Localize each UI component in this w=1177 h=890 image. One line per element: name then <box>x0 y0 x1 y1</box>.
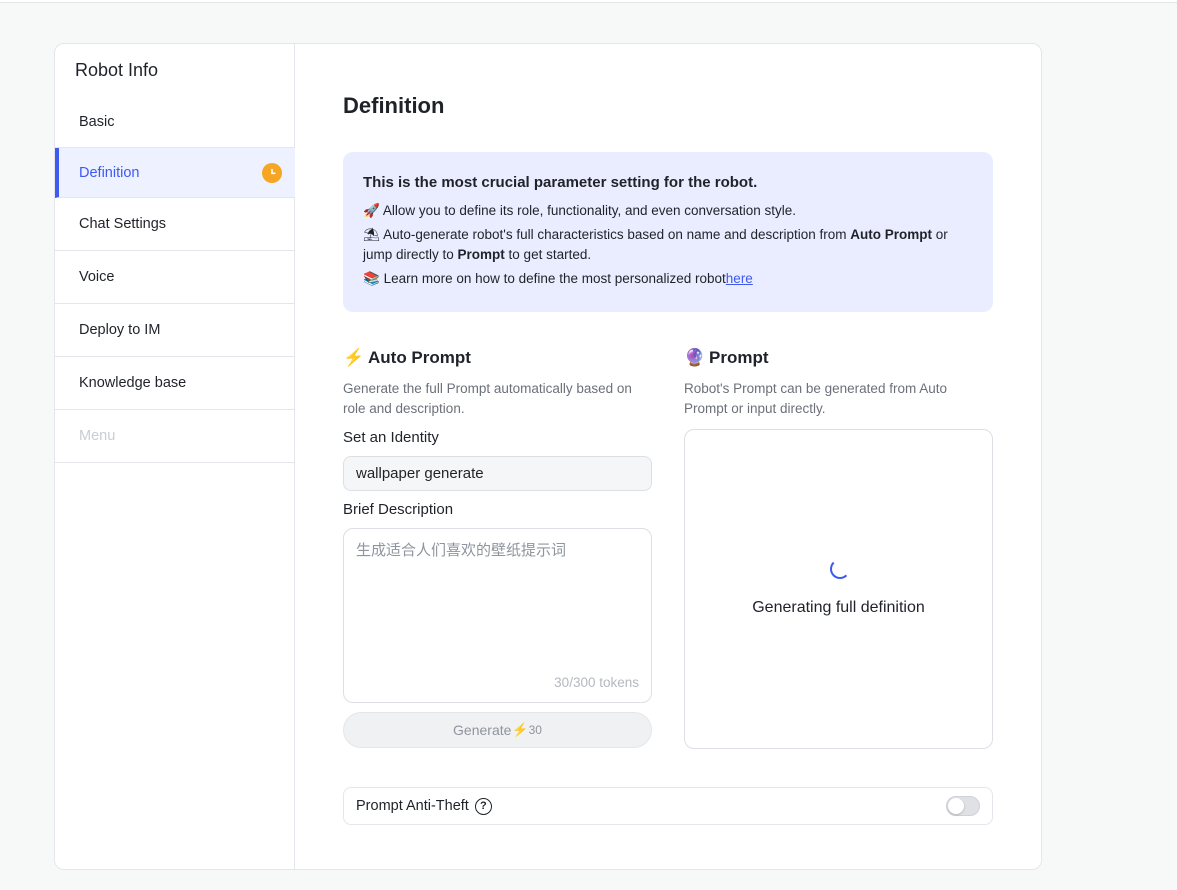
prompt-title-text: Prompt <box>709 348 769 367</box>
prompt-anti-theft-row: Prompt Anti-Theft ? <box>343 787 993 825</box>
info-box: This is the most crucial parameter setti… <box>343 152 993 312</box>
sidebar-item-chat-settings[interactable]: Chat Settings <box>55 198 295 251</box>
info-heading: This is the most crucial parameter setti… <box>363 174 758 191</box>
info-line-define: 🚀 Allow you to define its role, function… <box>363 201 973 221</box>
auto-prompt-section: ⚡ Auto Prompt Generate the full Prompt a… <box>343 346 652 748</box>
sidebar-item-deploy-to-im[interactable]: Deploy to IM <box>55 304 295 357</box>
info-text-bold: Auto Prompt <box>850 227 932 242</box>
prompt-description: Robot's Prompt can be generated from Aut… <box>684 381 947 416</box>
auto-prompt-title-text: Auto Prompt <box>368 348 471 367</box>
brief-description-label: Brief Description <box>343 501 454 518</box>
info-line-learn-more: 📚 Learn more on how to define the most p… <box>363 269 973 289</box>
beach-umbrella-icon: ⛱ <box>363 227 381 242</box>
sidebar-item-label: Basic <box>79 113 115 130</box>
info-text: Learn more on how to define the most per… <box>383 271 726 286</box>
sidebar-item-label: Knowledge base <box>79 375 187 391</box>
sidebar-nav: Basic Definition Chat Settings Voice Dep… <box>55 96 295 463</box>
generate-cost: 30 <box>528 723 542 737</box>
clock-icon <box>262 162 282 183</box>
prompt-output-box[interactable]: Generating full definition <box>684 429 993 749</box>
token-count: 30/300 tokens <box>554 675 639 690</box>
info-text: to get started. <box>504 247 592 262</box>
anti-theft-label: Prompt Anti-Theft <box>356 798 469 814</box>
info-line-autogenerate: ⛱ Auto-generate robot's full characteris… <box>363 225 973 265</box>
sidebar-item-knowledge-base[interactable]: Knowledge base <box>55 357 295 410</box>
sidebar-item-definition[interactable]: Definition <box>55 148 295 198</box>
robot-settings-card: Robot Info Basic Definition Chat Setting… <box>54 43 1042 870</box>
help-icon[interactable]: ? <box>474 797 492 815</box>
page-title: Definition <box>343 93 445 118</box>
brief-description-input[interactable]: 生成适合人们喜欢的壁纸提示词 <box>344 529 651 669</box>
rocket-icon: 🚀 <box>363 203 380 218</box>
identity-label: Set an Identity <box>343 429 439 446</box>
sidebar-item-label: Chat Settings <box>79 216 167 232</box>
sidebar-item-label: Menu <box>79 428 116 444</box>
brief-description-field: 生成适合人们喜欢的壁纸提示词 30/300 tokens <box>343 528 652 703</box>
info-text-bold: Prompt <box>457 247 505 262</box>
crystal-ball-icon: 🔮 <box>684 348 706 367</box>
sidebar-item-label: Deploy to IM <box>79 322 161 338</box>
anti-theft-toggle[interactable] <box>946 796 980 816</box>
lightning-icon: ⚡ <box>512 722 529 737</box>
sidebar-item-basic[interactable]: Basic <box>55 96 295 148</box>
auto-prompt-description: Generate the full Prompt automatically b… <box>343 381 632 416</box>
prompt-section: 🔮 Prompt Robot's Prompt can be generated… <box>684 346 993 749</box>
lightning-icon: ⚡ <box>343 348 365 367</box>
sidebar-item-menu: Menu <box>55 410 295 463</box>
books-icon: 📚 <box>363 271 380 286</box>
auto-prompt-title: ⚡ Auto Prompt <box>343 346 652 370</box>
definition-panel: Definition This is the most crucial para… <box>343 44 993 869</box>
info-text: Allow you to define its role, functional… <box>382 203 797 218</box>
prompt-title: 🔮 Prompt <box>684 346 993 370</box>
generate-button[interactable]: Generate ⚡ 30 <box>343 712 652 748</box>
loading-spinner-icon <box>830 559 850 579</box>
here-link[interactable]: here <box>726 271 753 286</box>
sidebar-title: Robot Info <box>75 60 159 80</box>
sidebar-item-label: Voice <box>79 269 115 285</box>
toggle-knob <box>948 798 964 814</box>
generating-status: Generating full definition <box>752 599 925 616</box>
generate-label: Generate <box>453 722 512 738</box>
info-text: Auto-generate robot's full characteristi… <box>383 227 851 242</box>
sidebar: Robot Info Basic Definition Chat Setting… <box>55 44 295 869</box>
sidebar-item-voice[interactable]: Voice <box>55 251 295 304</box>
sidebar-item-label: Definition <box>79 164 140 181</box>
top-divider <box>0 0 1177 3</box>
identity-input[interactable] <box>343 456 652 491</box>
